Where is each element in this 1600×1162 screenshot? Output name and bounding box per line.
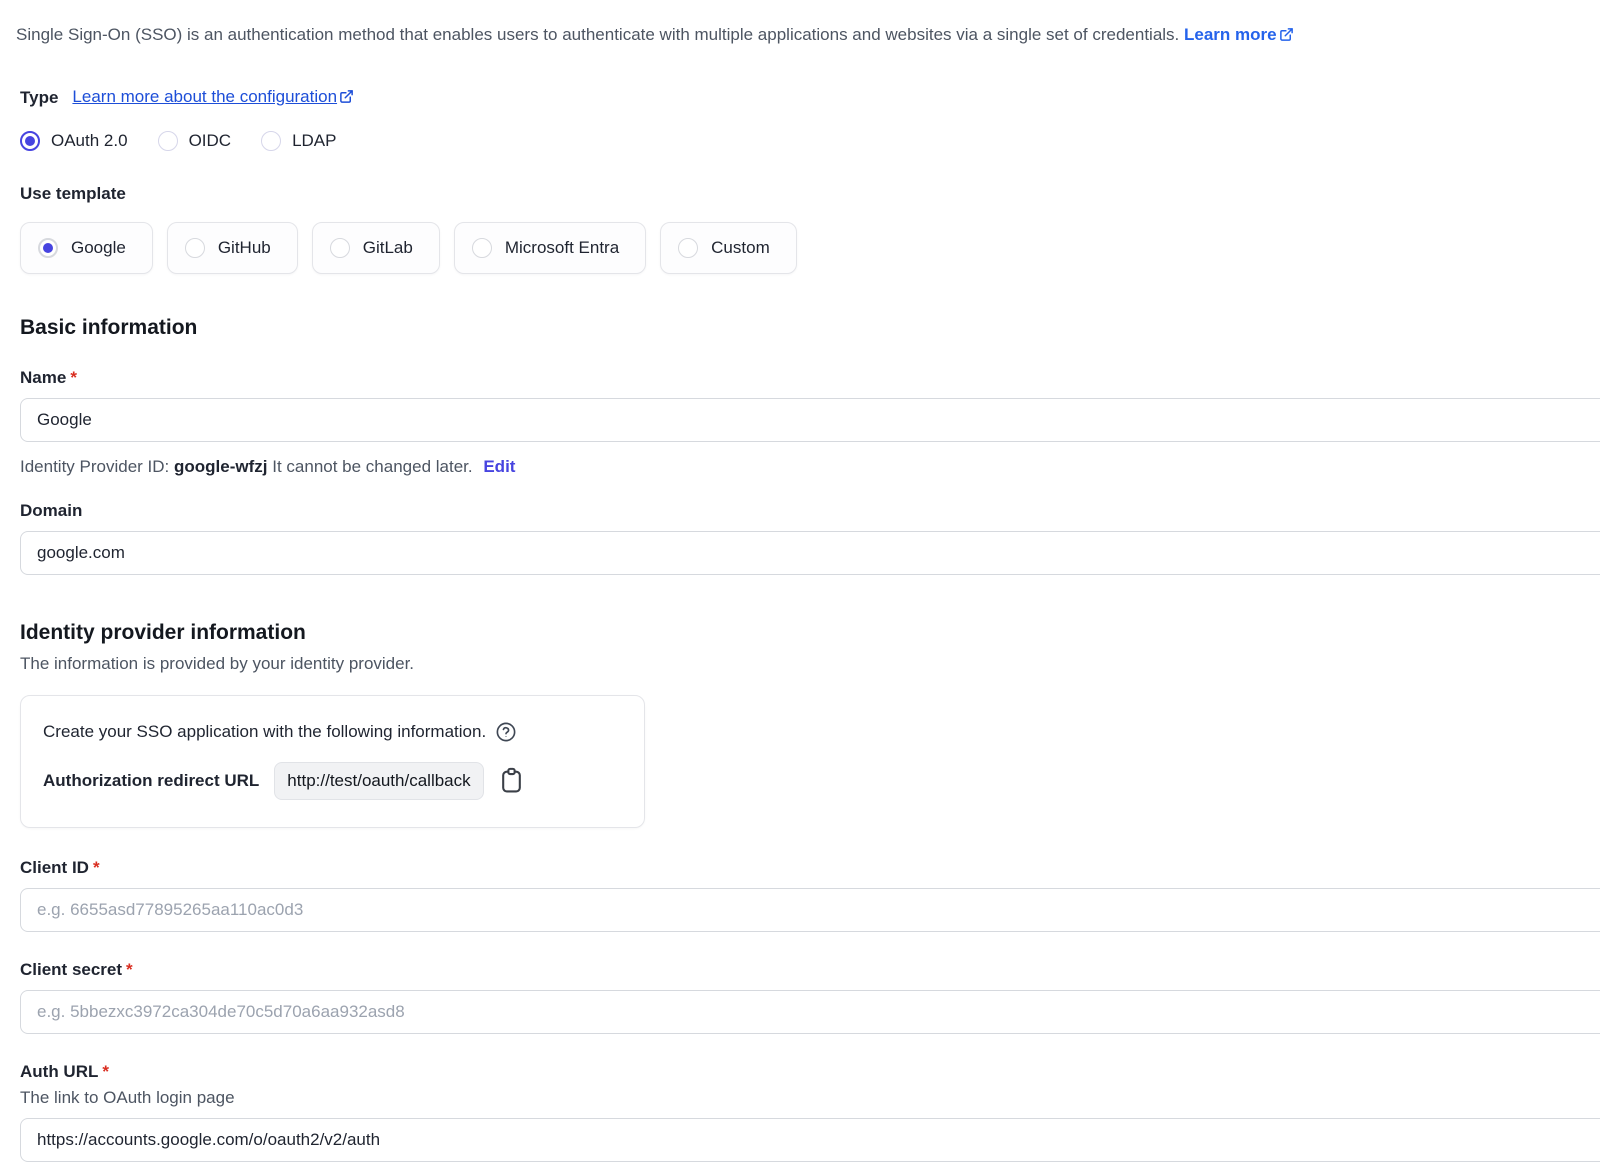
domain-label: Domain [20,501,1600,521]
idp-note-prefix: Identity Provider ID: [20,457,169,476]
sso-description: Single Sign-On (SSO) is an authenticatio… [16,24,1600,49]
radio-checked-icon [38,238,58,258]
info-card-text: Create your SSO application with the fol… [43,722,486,742]
clipboard-icon [499,767,524,794]
sso-description-text: Single Sign-On (SSO) is an authenticatio… [16,25,1179,44]
auth-url-label-text: Auth URL [20,1062,98,1081]
configuration-help-link[interactable]: Learn more about the configuration [72,87,354,109]
client-id-label: Client ID* [20,858,1600,878]
template-option-label: GitLab [363,238,413,258]
idp-information-heading: Identity provider information [20,621,1600,645]
client-id-label-text: Client ID [20,858,89,877]
external-link-icon [339,89,354,109]
radio-unchecked-icon [185,238,205,258]
client-id-input[interactable] [20,888,1600,932]
required-mark: * [126,960,133,979]
template-option-label: Microsoft Entra [505,238,619,258]
domain-input[interactable] [20,531,1600,575]
auth-url-input[interactable] [20,1118,1600,1162]
name-label-text: Name [20,368,66,387]
template-group: Google GitHub GitLab Microsoft Entra Cus… [20,222,1600,274]
sso-application-info-card: Create your SSO application with the fol… [20,695,645,828]
external-link-icon [1279,26,1294,49]
edit-idp-id-link[interactable]: Edit [483,457,515,476]
template-option-label: Custom [711,238,770,258]
template-option-label: Google [71,238,126,258]
help-icon[interactable] [495,721,517,743]
idp-id-value: google-wfzj [174,457,267,476]
auth-url-description: The link to OAuth login page [20,1088,1600,1108]
radio-unchecked-icon [158,131,178,151]
type-radio-group: OAuth 2.0 OIDC LDAP [20,131,1600,151]
required-mark: * [102,1062,109,1081]
authorization-redirect-value: http://test/oauth/callback [274,762,483,800]
idp-note-suffix: It cannot be changed later. [272,457,472,476]
radio-unchecked-icon [472,238,492,258]
type-section-header: Type Learn more about the configuration [20,87,1600,109]
template-option-github[interactable]: GitHub [167,222,298,274]
name-label: Name* [20,368,1600,388]
basic-information-heading: Basic information [20,316,1600,340]
radio-checked-icon [20,131,40,151]
template-option-google[interactable]: Google [20,222,153,274]
required-mark: * [93,858,100,877]
info-card-text-row: Create your SSO application with the fol… [43,721,622,743]
type-label: Type [20,88,58,108]
configuration-help-label: Learn more about the configuration [72,87,337,106]
client-secret-label-text: Client secret [20,960,122,979]
client-secret-label: Client secret* [20,960,1600,980]
template-option-custom[interactable]: Custom [660,222,797,274]
idp-information-subtitle: The information is provided by your iden… [20,654,1600,674]
required-mark: * [70,368,77,387]
type-option-label: OIDC [189,131,232,151]
type-option-label: OAuth 2.0 [51,131,128,151]
identity-provider-id-note: Identity Provider ID: google-wfzj It can… [20,457,1600,477]
name-input[interactable] [20,398,1600,442]
radio-unchecked-icon [261,131,281,151]
radio-unchecked-icon [678,238,698,258]
template-option-label: GitHub [218,238,271,258]
learn-more-label: Learn more [1184,25,1277,44]
copy-button[interactable] [499,767,524,794]
sso-settings-page: Single Sign-On (SSO) is an authenticatio… [0,0,1600,1162]
type-option-ldap[interactable]: LDAP [261,131,336,151]
template-option-gitlab[interactable]: GitLab [312,222,440,274]
use-template-label: Use template [20,184,1600,204]
type-option-label: LDAP [292,131,336,151]
authorization-redirect-label: Authorization redirect URL [43,771,259,791]
type-option-oauth2[interactable]: OAuth 2.0 [20,131,128,151]
client-secret-input[interactable] [20,990,1600,1034]
learn-more-link[interactable]: Learn more [1184,25,1294,44]
template-option-microsoft-entra[interactable]: Microsoft Entra [454,222,646,274]
radio-unchecked-icon [330,238,350,258]
auth-url-label: Auth URL* [20,1062,1600,1082]
type-option-oidc[interactable]: OIDC [158,131,232,151]
authorization-redirect-row: Authorization redirect URL http://test/o… [43,762,622,800]
